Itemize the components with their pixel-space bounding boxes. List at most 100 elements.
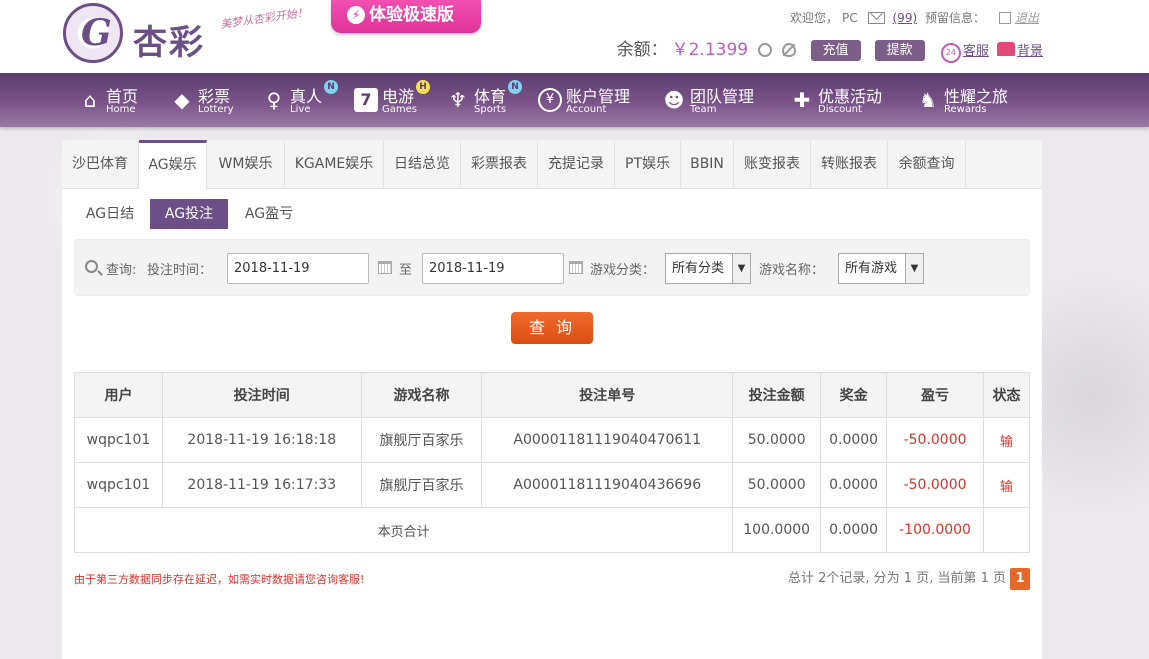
cell-game-name: 旗舰厅百家乐 [360,417,483,463]
tab-transfer-report[interactable]: 转账报表 [811,140,888,189]
cell-bet-id: A00001181119040470611 [481,417,734,463]
new-badge: N [508,80,522,94]
nav-sublabel: Lottery [198,104,234,115]
bet-table: 用户 投注时间 游戏名称 投注单号 投注金额 奖金 盈亏 状态 wqpc101 … [73,372,1030,553]
main-nav: ⌂ 首页 Home ◆ 彩票 Lottery ♀ 真人 Live N 7 电游 … [0,73,1149,127]
refresh-icon[interactable] [758,43,773,57]
cell-status: 输 [983,462,1030,508]
subtab-ag-bets[interactable]: AG投注 [150,199,228,229]
balance-value: ￥2.1399 [671,40,749,60]
trophy-icon: ♆ [449,88,467,112]
category-select[interactable]: 所有分类 ▼ [665,253,751,284]
summary-row: 本页合计 100.0000 0.0000 -100.0000 [73,507,1030,553]
game-select[interactable]: 所有游戏 ▼ [838,253,924,284]
start-date-input[interactable] [227,253,369,284]
cell-bet-time: 2018-11-19 16:18:18 [161,417,362,463]
support-icon: 24 [940,43,961,63]
bet-time-label: 投注时间： [147,263,213,278]
speed-icon: ⚡ [347,6,365,24]
account-icon: ¥ [538,88,562,112]
cell-user: wqpc101 [74,462,163,508]
tab-deposit-withdraw[interactable]: 充提记录 [538,140,615,189]
tab-daily-overview[interactable]: 日结总览 [384,140,461,189]
table-header-row: 用户 投注时间 游戏名称 投注单号 投注金额 奖金 盈亏 状态 [74,372,1030,418]
welcome-text: 欢迎您， [790,11,839,25]
balance-row: 余额： ￥2.1399 充值 提款 24 客服 背景 [616,38,1043,63]
skin-icon [996,42,1015,56]
cell-user: wqpc101 [74,417,163,463]
nav-sublabel: Home [106,104,136,115]
gift-icon: ✚ [793,88,811,112]
tab-bbin[interactable]: BBIN [681,140,734,189]
balance-label: 余额： [616,40,668,60]
tab-balance-query[interactable]: 余额查询 [888,140,966,189]
summary-prize: 0.0000 [820,507,888,553]
tab-kgame[interactable]: KGAME娱乐 [285,140,384,189]
category-label: 游戏分类： [590,263,656,278]
subtab-ag-daily[interactable]: AG日结 [74,199,146,229]
col-bet-time: 投注时间 [161,372,362,418]
report-tabs: 沙巴体育 AG娱乐 WM娱乐 KGAME娱乐 日结总览 彩票报表 充提记录 PT… [62,140,1042,190]
background-link[interactable]: 背景 [1017,44,1043,59]
speed-version-button[interactable]: ⚡ 体验极速版 [331,0,481,33]
category-value: 所有分类 [672,261,725,276]
logo-text: 杏彩 [133,23,205,63]
edit-icon[interactable] [998,12,1011,24]
tab-lottery-report[interactable]: 彩票报表 [461,140,538,189]
report-panel: 沙巴体育 AG娱乐 WM娱乐 KGAME娱乐 日结总览 彩票报表 充提记录 PT… [62,140,1042,659]
tab-wm[interactable]: WM娱乐 [207,140,285,189]
reserved-info-label: 预留信息： [924,11,985,25]
col-bet-id: 投注单号 [481,372,734,418]
username: PC [842,11,858,25]
nav-sublabel: Account [566,104,607,115]
hide-balance-icon[interactable] [782,43,797,57]
cell-bet-amount: 50.0000 [732,417,822,463]
col-user: 用户 [74,372,163,418]
nav-sublabel: Games [382,104,417,115]
hot-badge: H [416,80,430,94]
nav-sublabel: Team [690,104,717,115]
cell-bet-id: A00001181119040436696 [481,462,734,508]
team-icon: ☻ [663,88,685,112]
query-button[interactable]: 查 询 [511,312,593,344]
game-value: 所有游戏 [845,261,898,276]
table-row: wqpc101 2018-11-19 16:18:18 旗舰厅百家乐 A0000… [74,417,1030,463]
game-name-label: 游戏名称： [759,263,825,278]
chevron-down-icon: ▼ [905,254,923,283]
mail-count[interactable]: (99) [893,11,918,25]
tab-pt[interactable]: PT娱乐 [615,140,681,189]
games-icon: 7 [354,88,378,112]
tab-account-change[interactable]: 账变报表 [734,140,811,189]
new-badge: N [324,80,338,94]
subtab-ag-profit[interactable]: AG盈亏 [232,199,306,229]
withdraw-button[interactable]: 提款 [874,40,925,61]
logo[interactable]: 杏彩 [63,3,213,67]
cell-bet-time: 2018-11-19 16:17:33 [161,462,362,508]
cell-game-name: 旗舰厅百家乐 [360,462,483,508]
support-link[interactable]: 客服 [963,44,989,59]
col-prize: 奖金 [820,372,888,418]
live-icon: ♀ [266,88,282,112]
summary-profit: -100.0000 [886,507,985,553]
summary-bet-amount: 100.0000 [732,507,822,553]
end-date-input[interactable] [422,253,564,284]
lottery-icon: ◆ [174,88,190,112]
to-label: 至 [399,263,413,278]
logout-link[interactable]: 退出 [1015,11,1039,25]
query-label: 查询: [106,263,137,278]
cell-profit: -50.0000 [886,462,985,508]
tab-ag[interactable]: AG娱乐 [139,140,207,190]
logo-emblem-icon [63,3,123,63]
nav-sublabel: Sports [474,104,507,115]
cell-bet-amount: 50.0000 [732,462,822,508]
tab-saba-sports[interactable]: 沙巴体育 [62,140,139,189]
chevron-down-icon: ▼ [732,254,750,283]
speed-version-label: 体验极速版 [369,5,454,25]
mail-icon[interactable] [867,12,885,24]
calendar-icon[interactable] [569,261,583,274]
calendar-icon[interactable] [378,261,392,274]
deposit-button[interactable]: 充值 [810,40,861,61]
page-button-current[interactable]: 1 [1010,568,1030,590]
user-info-bar: 欢迎您， PC (99) 预留信息： 退出 [790,9,1043,26]
search-icon [85,260,98,273]
